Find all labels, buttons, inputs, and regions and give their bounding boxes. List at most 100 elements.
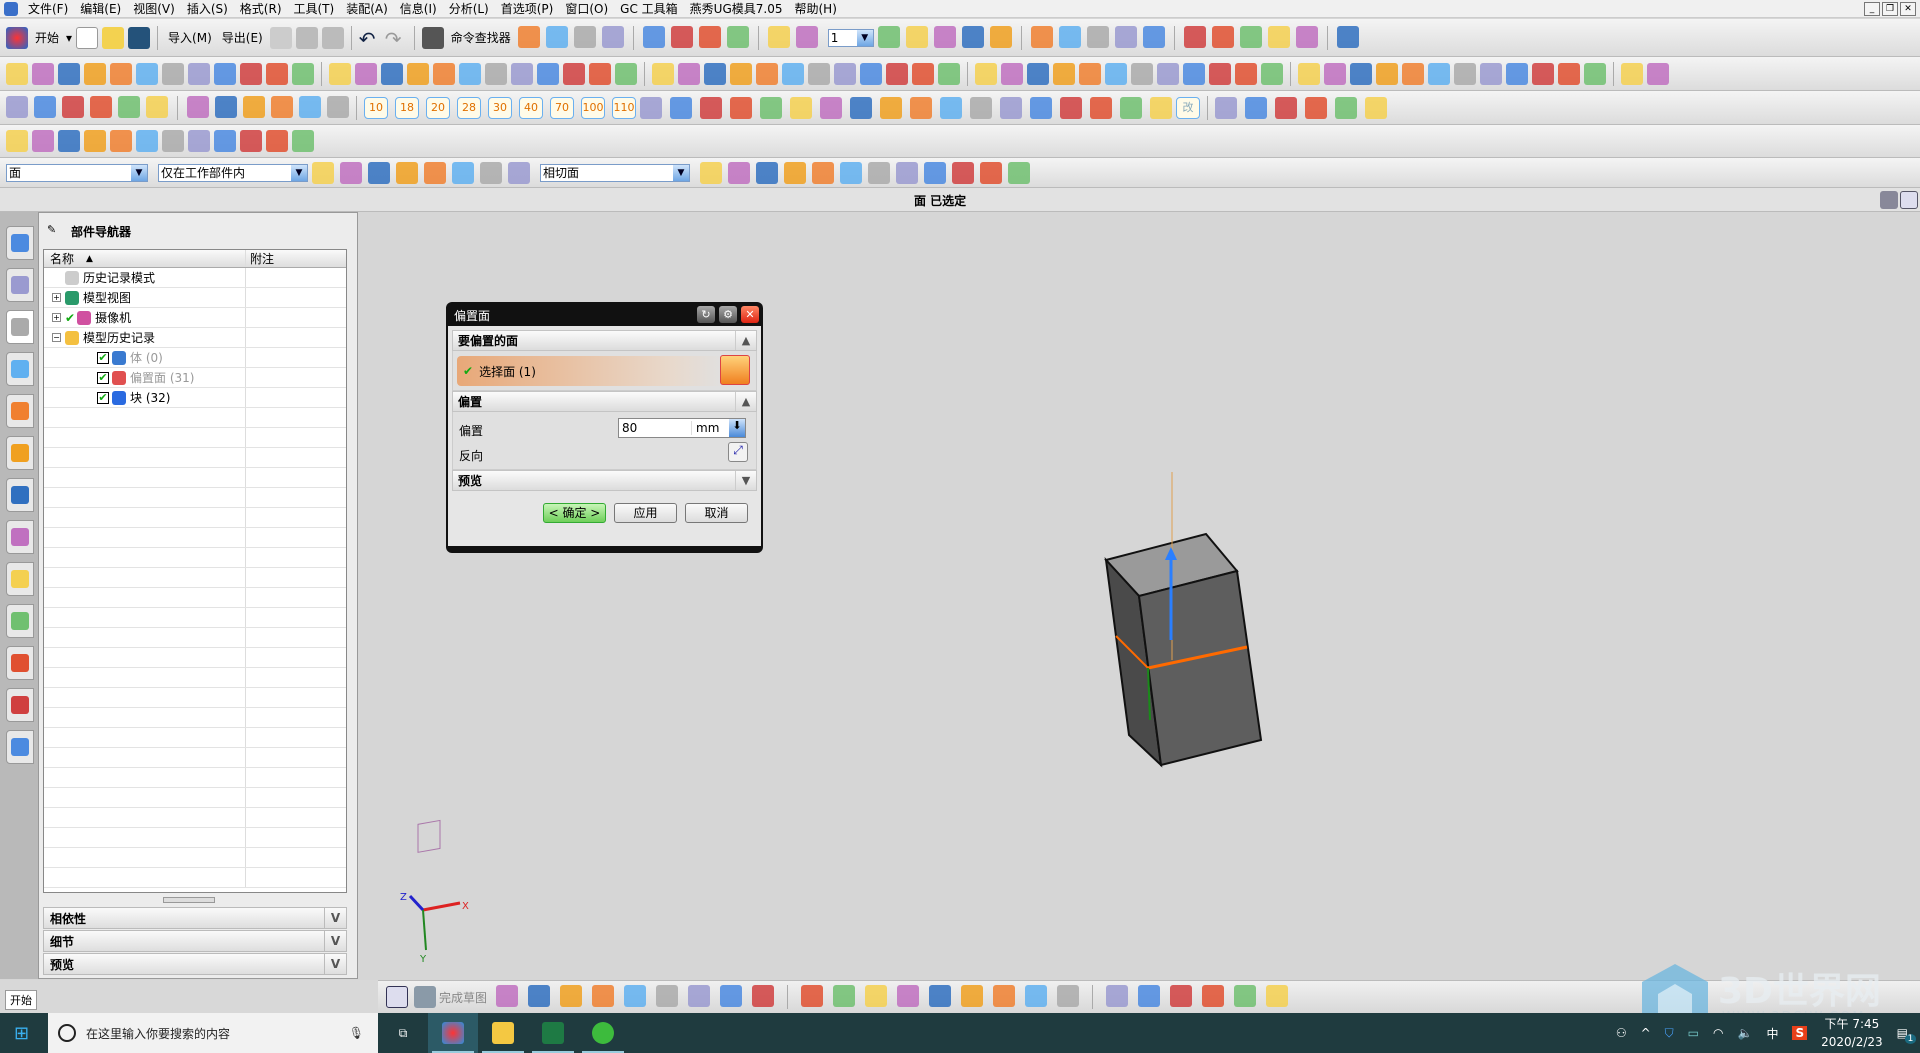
selection-tool-icon[interactable] (508, 161, 530, 184)
mold-size-button[interactable]: 110 (612, 96, 636, 119)
selection-tool-icon[interactable] (424, 161, 446, 184)
sogou-icon[interactable]: S (1792, 1026, 1808, 1040)
mold-component-tool-icon[interactable] (970, 96, 992, 119)
edit-tool-icon[interactable] (243, 95, 265, 118)
resource-tab[interactable] (6, 352, 34, 386)
edit-tool-icon[interactable] (271, 95, 293, 118)
mold-size-button[interactable]: 70 (550, 96, 574, 119)
feature-tool-icon[interactable] (537, 62, 559, 85)
finish-sketch-button[interactable]: 完成草图 (436, 989, 490, 1006)
selection-tool-icon[interactable] (312, 161, 334, 184)
feature-tool-icon[interactable] (678, 62, 700, 85)
feature-tool-icon[interactable] (407, 62, 429, 85)
feature-tool-icon[interactable] (1506, 62, 1528, 85)
gear-icon[interactable]: ⚙ (719, 306, 737, 323)
mold-size-button[interactable]: 40 (519, 96, 543, 119)
file-op-tool-icon[interactable] (1275, 96, 1297, 119)
utility-tool-icon[interactable] (877, 25, 900, 48)
sketch-icon[interactable] (386, 986, 408, 1008)
feature-tool-icon[interactable] (1454, 62, 1476, 85)
feature-tool-icon[interactable] (782, 62, 804, 85)
feature-tool-icon[interactable] (329, 62, 351, 85)
face-rule-select[interactable]: 相切面 ▼ (540, 163, 690, 182)
feature-tool-icon[interactable] (485, 62, 507, 85)
feature-tool-icon[interactable] (433, 62, 455, 85)
tree-row[interactable]: ✔ 块 (32) (44, 388, 346, 408)
file-op-tool-icon[interactable] (1215, 96, 1237, 119)
sketch-tool-icon[interactable] (1202, 985, 1225, 1007)
utility-tool-icon[interactable] (1142, 25, 1165, 48)
face-selection-icon[interactable] (720, 355, 750, 385)
close-window-button[interactable]: ✕ (1900, 1, 1916, 16)
tree-row[interactable]: − 模型历史记录 (44, 328, 346, 348)
pin-icon[interactable]: ✎ (47, 223, 56, 236)
open-icon[interactable] (102, 26, 125, 49)
view-tool-icon[interactable] (601, 25, 624, 48)
feature-tool-icon[interactable] (1157, 62, 1179, 85)
mold-size-button[interactable]: 18 (395, 96, 419, 119)
file-op-tool-icon[interactable] (1335, 96, 1357, 119)
sketch-tool-icon[interactable] (833, 985, 856, 1007)
feature-tool-icon[interactable] (808, 62, 830, 85)
minimize-button[interactable]: _ (1864, 1, 1880, 16)
collapse-icon[interactable]: − (52, 333, 61, 342)
resource-tab[interactable] (6, 730, 34, 764)
close-icon[interactable]: ✕ (741, 306, 759, 323)
sketch-tool-icon[interactable] (865, 985, 888, 1007)
cut-icon[interactable] (269, 26, 292, 49)
utility-tool-icon[interactable] (1114, 25, 1137, 48)
feature-tool-icon[interactable] (1558, 62, 1580, 85)
selection-tool-icon[interactable] (396, 161, 418, 184)
mold-component-tool-icon[interactable] (640, 96, 662, 119)
file-op-tool-icon[interactable] (1365, 96, 1387, 119)
feature-tool-icon[interactable] (1324, 62, 1346, 85)
feature-tool-icon[interactable] (136, 62, 158, 85)
modify-button[interactable]: 改 (1176, 96, 1200, 119)
feature-tool-icon[interactable] (1428, 62, 1450, 85)
feature-tool-icon[interactable] (1532, 62, 1554, 85)
utility-tool-icon[interactable] (1030, 25, 1053, 48)
mold-component-tool-icon[interactable] (1120, 96, 1142, 119)
feature-tool-icon[interactable] (1376, 62, 1398, 85)
feature-tool-icon[interactable] (1261, 62, 1283, 85)
edit-tool-icon[interactable] (62, 95, 84, 118)
feature-tool-icon[interactable] (1350, 62, 1372, 85)
checkbox[interactable]: ✔ (97, 351, 109, 364)
edit-tool-icon[interactable] (90, 95, 112, 118)
feature-tool-icon[interactable] (1298, 62, 1320, 85)
section-offset[interactable]: 偏置 ▲ (452, 391, 757, 412)
selection-tool-icon[interactable] (452, 161, 474, 184)
cancel-button[interactable]: 取消 (685, 503, 748, 523)
util-tool-icon[interactable] (110, 130, 132, 152)
sketch-tool-icon[interactable] (1234, 985, 1257, 1007)
tree-row[interactable]: ✔ 体 (0) (44, 348, 346, 368)
sketch-tool-icon[interactable] (1106, 985, 1129, 1007)
menu-item[interactable]: 信息(I) (394, 0, 443, 17)
battery-icon[interactable]: ▭ (1688, 1026, 1699, 1040)
edit-tool-icon[interactable] (6, 95, 28, 118)
view-tool-icon[interactable] (767, 25, 790, 48)
snap-tool-icon[interactable] (1008, 161, 1030, 184)
util-tool-icon[interactable] (58, 130, 80, 152)
selection-tool-icon[interactable] (368, 161, 390, 184)
menu-item[interactable]: 插入(S) (181, 0, 234, 17)
feature-tool-icon[interactable] (6, 62, 28, 85)
new-icon[interactable] (76, 26, 99, 49)
mold-size-button[interactable]: 10 (364, 96, 388, 119)
paste-icon[interactable] (321, 26, 344, 49)
menu-item[interactable]: 窗口(O) (559, 0, 614, 17)
feature-tool-icon[interactable] (1053, 62, 1075, 85)
resource-tab[interactable] (6, 436, 34, 470)
mold-component-tool-icon[interactable] (670, 96, 692, 119)
util-tool-icon[interactable] (162, 130, 184, 152)
utility-tool-icon[interactable] (1211, 25, 1234, 48)
mold-component-tool-icon[interactable] (940, 96, 962, 119)
feature-tool-icon[interactable] (1105, 62, 1127, 85)
mold-component-tool-icon[interactable] (820, 96, 842, 119)
tree-row[interactable]: 历史记录模式 (44, 268, 346, 288)
mold-component-tool-icon[interactable] (760, 96, 782, 119)
restore-button[interactable]: ❐ (1882, 1, 1898, 16)
resource-tab[interactable] (6, 688, 34, 722)
taskbar-nx-app[interactable] (428, 1013, 478, 1053)
utility-tool-icon[interactable] (1183, 25, 1206, 48)
